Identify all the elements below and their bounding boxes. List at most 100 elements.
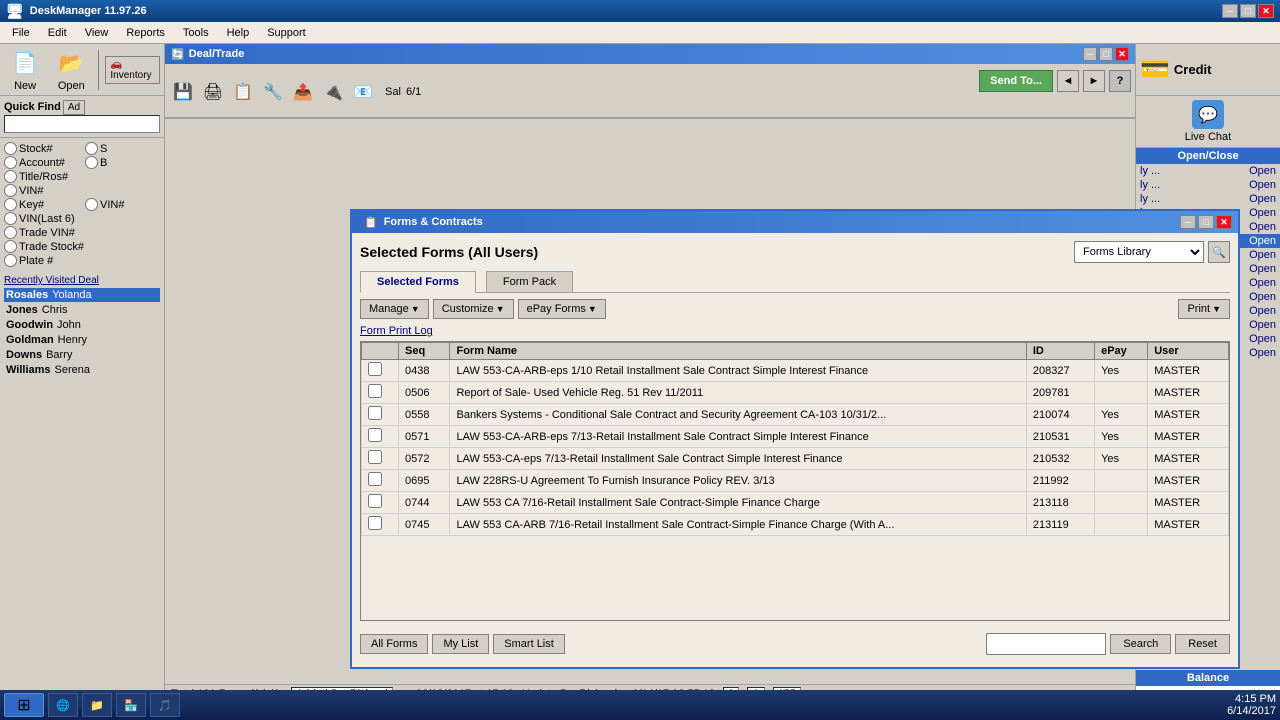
inventory-button[interactable]: 🚗 Inventory [105, 56, 160, 84]
tab-selected-forms[interactable]: Selected Forms [360, 271, 476, 293]
menu-help[interactable]: Help [219, 25, 258, 41]
oc-list-item[interactable]: ly ... Open [1136, 192, 1280, 206]
deal-minimize[interactable]: ─ [1083, 47, 1097, 61]
table-row[interactable]: 0745 LAW 553 CA-ARB 7/16-Retail Installm… [362, 514, 1229, 536]
form-checkbox[interactable] [368, 516, 382, 530]
radio-stock[interactable]: Stock# [4, 142, 79, 155]
radio-vin2[interactable]: VIN# [85, 198, 160, 211]
forms-library-btn[interactable]: 🔍 [1208, 241, 1230, 263]
radio-trade-vin[interactable]: Trade VIN# [4, 226, 84, 239]
radio-key[interactable]: Key# [4, 198, 79, 211]
recently-visited: Recently Visited Deal Rosales Yolanda Jo… [0, 271, 164, 381]
copy-icon[interactable]: 📋 [229, 78, 257, 106]
form-checkbox[interactable] [368, 428, 382, 442]
maximize-button[interactable]: □ [1240, 4, 1256, 18]
table-row[interactable]: 0744 LAW 553 CA 7/16-Retail Installment … [362, 492, 1229, 514]
form-epay: Yes [1095, 448, 1148, 470]
forms-minimize[interactable]: ─ [1180, 215, 1196, 229]
form-checkbox[interactable] [368, 494, 382, 508]
taskbar-store[interactable]: 🏪 [116, 693, 146, 717]
all-forms-button[interactable]: All Forms [360, 634, 428, 654]
form-checkbox[interactable] [368, 450, 382, 464]
oc-list-item[interactable]: ly ... Open [1136, 164, 1280, 178]
start-button[interactable]: ⊞ [4, 693, 44, 717]
table-row[interactable]: 0506 Report of Sale- Used Vehicle Reg. 5… [362, 382, 1229, 404]
manage-button[interactable]: Manage ▼ [360, 299, 429, 319]
contact-goldman[interactable]: Goldman Henry [4, 333, 160, 347]
radio-b[interactable]: B [85, 156, 160, 169]
contact-goodwin[interactable]: Goodwin John [4, 318, 160, 332]
ad-button[interactable]: Ad [63, 100, 85, 115]
form-print-log[interactable]: Form Print Log [360, 325, 1230, 337]
help-button[interactable]: ? [1109, 70, 1131, 92]
radio-vin[interactable]: VIN# [4, 184, 84, 197]
email-icon[interactable]: 📧 [349, 78, 377, 106]
minimize-button[interactable]: ─ [1222, 4, 1238, 18]
toolbar-icons: 💾 🖨 📋 🔧 📤 🔌 📧 [169, 78, 377, 106]
quick-find-input[interactable] [4, 115, 160, 133]
search-button[interactable]: Search [1110, 634, 1171, 654]
save-icon[interactable]: 💾 [169, 78, 197, 106]
print-icon[interactable]: 🖨 [199, 78, 227, 106]
smart-list-button[interactable]: Smart List [493, 634, 565, 654]
taskbar-ie[interactable]: 🌐 [48, 693, 78, 717]
deal-close[interactable]: ✕ [1115, 47, 1129, 61]
table-row[interactable]: 0571 LAW 553-CA-ARB-eps 7/13-Retail Inst… [362, 426, 1229, 448]
epay-button[interactable]: ePay Forms ▼ [518, 299, 606, 319]
menu-support[interactable]: Support [259, 25, 314, 41]
open-label: Open [58, 80, 85, 92]
menu-view[interactable]: View [77, 25, 117, 41]
forms-library-select[interactable]: Forms Library [1074, 241, 1204, 263]
form-seq: 0438 [399, 360, 450, 382]
radio-title[interactable]: Title/Ros# [4, 170, 84, 183]
my-list-button[interactable]: My List [432, 634, 489, 654]
reset-button[interactable]: Reset [1175, 634, 1230, 654]
radio-s[interactable]: S [85, 142, 160, 155]
recently-visited-label[interactable]: Recently Visited Deal [4, 275, 160, 286]
radio-vin-last6[interactable]: VIN(Last 6) [4, 212, 84, 225]
form-checkbox[interactable] [368, 362, 382, 376]
export-icon[interactable]: 📤 [289, 78, 317, 106]
settings-icon[interactable]: 🔧 [259, 78, 287, 106]
contact-rosales[interactable]: Rosales Yolanda [4, 288, 160, 302]
table-row[interactable]: 0695 LAW 228RS-U Agreement To Furnish In… [362, 470, 1229, 492]
new-button[interactable]: 📄 New [4, 45, 46, 95]
form-user: MASTER [1148, 382, 1229, 404]
nav-prev-button[interactable]: ◄ [1057, 70, 1079, 92]
contact-downs[interactable]: Downs Barry [4, 348, 160, 362]
deal-maximize[interactable]: □ [1099, 47, 1113, 61]
radio-trade-stock[interactable]: Trade Stock# [4, 240, 84, 253]
credit-button[interactable]: 💳 Credit [1136, 44, 1280, 96]
menu-tools[interactable]: Tools [175, 25, 217, 41]
forms-maximize[interactable]: □ [1198, 215, 1214, 229]
print-button[interactable]: Print ▼ [1178, 299, 1230, 319]
radio-plate[interactable]: Plate # [4, 254, 84, 267]
livechat-button[interactable]: 💬 Live Chat [1136, 96, 1280, 148]
contact-williams[interactable]: Williams Serena [4, 363, 160, 377]
taskbar-media[interactable]: 🎵 [150, 693, 180, 717]
radio-account[interactable]: Account# [4, 156, 79, 169]
menu-file[interactable]: File [4, 25, 38, 41]
open-button[interactable]: 📂 Open [50, 45, 92, 95]
forms-search-input[interactable] [986, 633, 1106, 655]
menu-edit[interactable]: Edit [40, 25, 75, 41]
title-bar: 🖥 DeskManager 11.97.26 ─ □ ✕ [0, 0, 1280, 22]
table-row[interactable]: 0572 LAW 553-CA-eps 7/13-Retail Installm… [362, 448, 1229, 470]
taskbar-folder[interactable]: 📁 [82, 693, 112, 717]
customize-button[interactable]: Customize ▼ [433, 299, 514, 319]
nav-next-button[interactable]: ► [1083, 70, 1105, 92]
oc-list-item[interactable]: ly ... Open [1136, 178, 1280, 192]
close-button[interactable]: ✕ [1258, 4, 1274, 18]
table-row[interactable]: 0558 Bankers Systems - Conditional Sale … [362, 404, 1229, 426]
menu-reports[interactable]: Reports [118, 25, 173, 41]
forms-close[interactable]: ✕ [1216, 215, 1232, 229]
send-to-button[interactable]: Send To... [979, 70, 1053, 92]
table-row[interactable]: 0438 LAW 553-CA-ARB-eps 1/10 Retail Inst… [362, 360, 1229, 382]
contact-jones[interactable]: Jones Chris [4, 303, 160, 317]
forms-dialog: 📋 Forms & Contracts ─ □ ✕ Selected Forms… [350, 209, 1240, 669]
plugin-icon[interactable]: 🔌 [319, 78, 347, 106]
form-checkbox[interactable] [368, 384, 382, 398]
form-checkbox[interactable] [368, 472, 382, 486]
tab-form-pack[interactable]: Form Pack [486, 271, 573, 293]
form-checkbox[interactable] [368, 406, 382, 420]
